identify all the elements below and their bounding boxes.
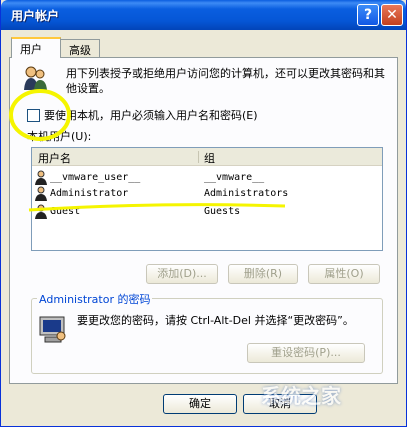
table-row[interactable]: Guest Guests	[32, 204, 382, 220]
user-group: Administrators	[204, 188, 289, 199]
user-icon	[35, 170, 47, 185]
column-header-username[interactable]: 用户名	[38, 150, 71, 166]
user-name: Guest	[50, 206, 81, 217]
ok-button[interactable]: 确定	[163, 394, 237, 414]
user-group: Guests	[204, 206, 241, 217]
user-group: __vmware__	[204, 172, 265, 183]
tab-advanced[interactable]: 高级	[60, 39, 100, 58]
column-header-group[interactable]: 组	[204, 150, 215, 166]
list-header: 用户名 组	[32, 148, 382, 166]
column-separator	[198, 151, 199, 163]
local-users-list[interactable]: 用户名 组 __vmware_user__ __vmware__ Adminis…	[31, 147, 383, 251]
require-login-checkbox[interactable]	[27, 108, 40, 122]
table-row[interactable]: __vmware_user__ __vmware__	[32, 170, 382, 186]
computer-password-icon	[39, 316, 66, 343]
close-button[interactable]: ✕	[381, 4, 403, 26]
user-accounts-dialog: 用户帐户 ? ✕ 用户 高级 用下列表授予或拒绝用户访问您的计算机，还可以更改其…	[0, 0, 407, 427]
user-icon	[35, 204, 47, 219]
users-icon	[24, 66, 47, 90]
user-icon	[35, 186, 47, 201]
add-user-button[interactable]: 添加(D)...	[146, 264, 218, 284]
password-group-title: Administrator 的密码	[37, 291, 153, 307]
remove-user-button[interactable]: 删除(R)	[228, 264, 298, 284]
window-title: 用户帐户	[11, 9, 60, 23]
table-row[interactable]: Administrator Administrators	[32, 186, 382, 202]
user-name: __vmware_user__	[50, 172, 141, 183]
properties-button[interactable]: 属性(O)	[308, 264, 380, 284]
password-instructions: 要更改您的密码，请按 Ctrl-Alt-Del 并选择“更改密码”。	[77, 314, 354, 327]
reset-password-button[interactable]: 重设密码(P)...	[247, 343, 365, 363]
user-name: Administrator	[50, 188, 129, 199]
watermark: 系统之家	[261, 384, 341, 408]
tab-users[interactable]: 用户	[11, 37, 61, 58]
help-button[interactable]: ?	[357, 4, 379, 26]
require-login-label: 要使用本机，用户必须输入用户名和密码(E)	[44, 109, 258, 122]
local-users-label: 本机用户(U):	[27, 130, 92, 143]
title-bar[interactable]: 用户帐户 ? ✕	[1, 0, 406, 30]
require-login-row[interactable]: 要使用本机，用户必须输入用户名和密码(E)	[27, 107, 258, 123]
intro-text: 用下列表授予或拒绝用户访问您的计算机，还可以更改其密码和其他设置。	[66, 67, 385, 95]
